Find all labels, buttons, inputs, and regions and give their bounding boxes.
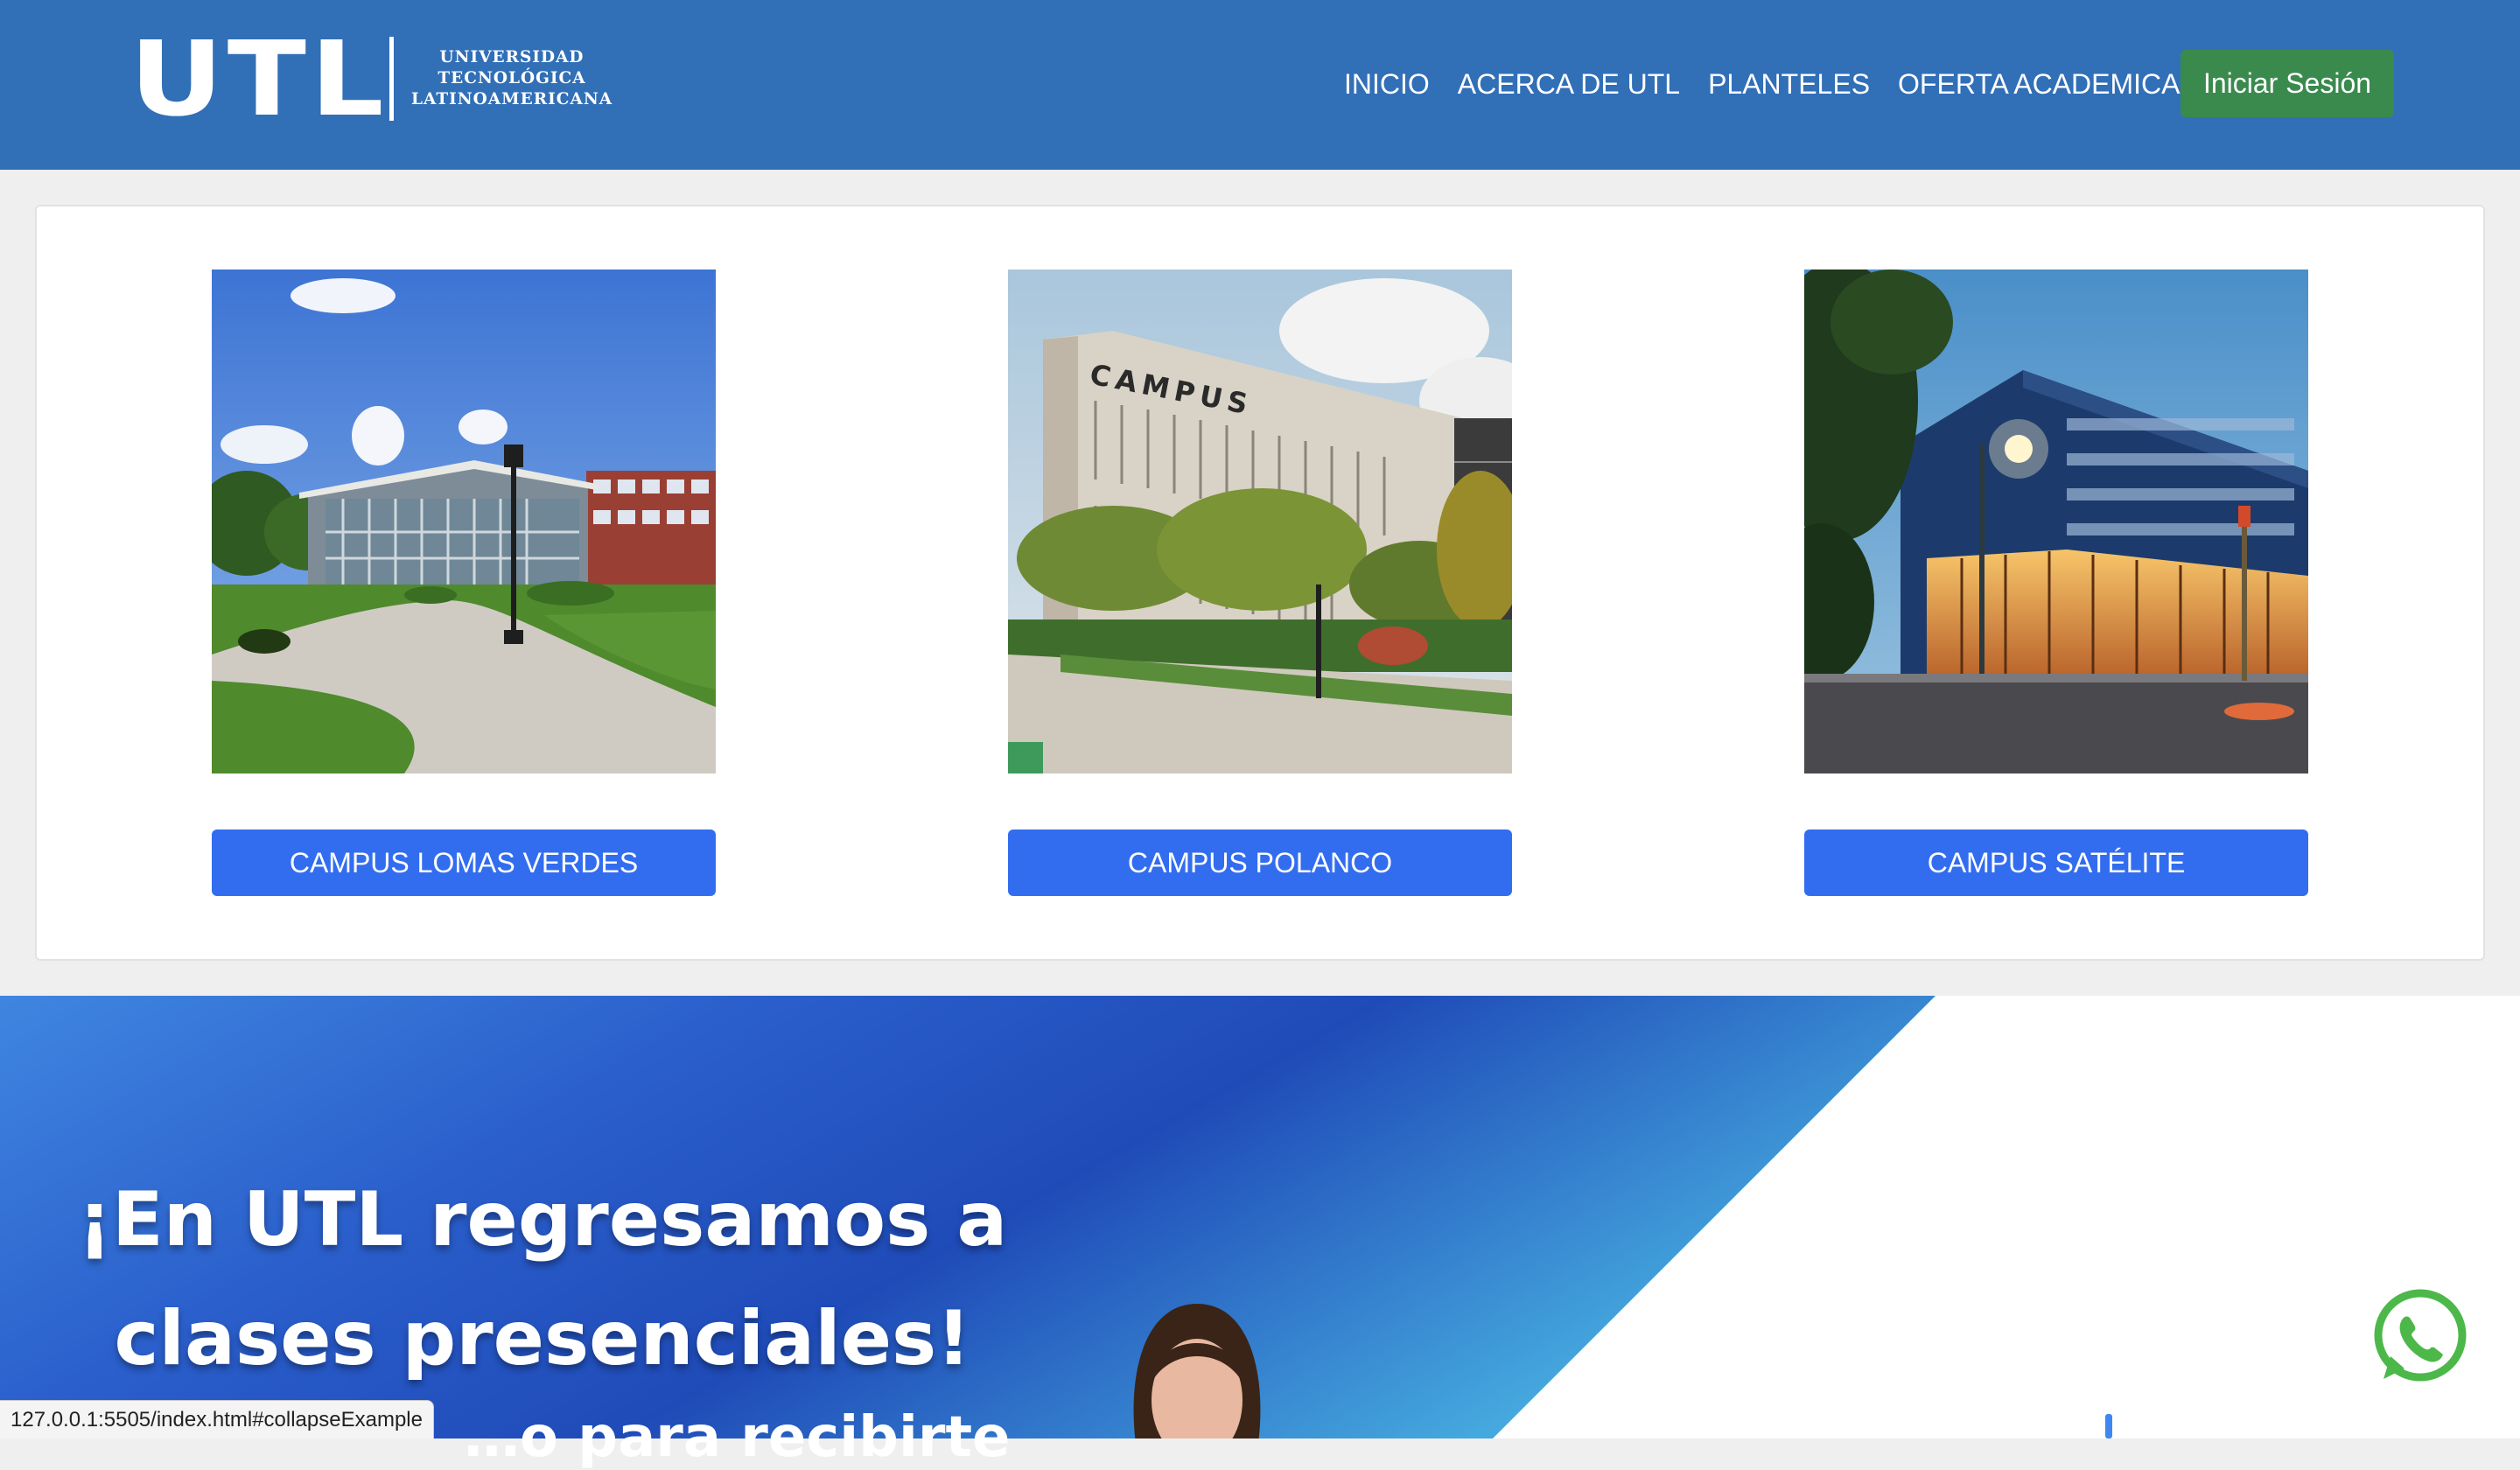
nav-planteles[interactable]: PLANTELES (1694, 52, 1884, 116)
campus-polanco-image: CAMPUS (1008, 270, 1512, 774)
hero-title-line-1: ¡En UTL regresamos a (77, 1176, 1008, 1264)
logo-divider (389, 37, 394, 121)
campus-polanco-photo[interactable]: CAMPUS (1008, 270, 1512, 774)
navbar: UTL UNIVERSIDAD TECNOLÓGICA LATINOAMERIC… (0, 0, 2520, 170)
main-nav: INICIO ACERCA DE UTL PLANTELES OFERTA AC… (1330, 52, 2194, 116)
nav-inicio[interactable]: INICIO (1330, 52, 1444, 116)
hero-banner: ¡En UTL regresamos a clases presenciales… (0, 996, 2520, 1438)
logo-line-3: LATINOAMERICANA (411, 90, 613, 108)
campus-satelite-button[interactable]: CAMPUS SATÉLITE (1804, 830, 2308, 896)
campus-polanco-button[interactable]: CAMPUS POLANCO (1008, 830, 1512, 896)
status-bar-url: 127.0.0.1:5505/index.html#collapseExampl… (0, 1400, 434, 1438)
hero-accent-bar (2105, 1414, 2112, 1438)
login-button[interactable]: Iniciar Sesión (2180, 50, 2394, 117)
hero-subtitle: …o para recibirte (464, 1405, 1011, 1470)
hero-person-image (1133, 1304, 1261, 1438)
logo-line-1: UNIVERSIDAD (439, 48, 584, 66)
campus-lomas-verdes-image (212, 270, 716, 774)
campus-lomas-verdes-photo[interactable] (212, 270, 716, 774)
logo-text: UNIVERSIDAD TECNOLÓGICA LATINOAMERICANA (411, 47, 612, 110)
nav-acerca-de-utl[interactable]: ACERCA DE UTL (1444, 52, 1694, 116)
hero-title-line-2: clases presenciales! (114, 1295, 971, 1382)
whatsapp-icon[interactable] (2371, 1288, 2469, 1386)
campus-item-lomas-verdes: CAMPUS LOMAS VERDES (212, 270, 716, 896)
campus-card: CAMPUS LOMAS VERDES CAMPUS CAMPUS POLANC… (35, 205, 2485, 961)
campus-item-satelite: CAMPUS SATÉLITE (1804, 270, 2308, 896)
campus-satelite-image (1804, 270, 2308, 774)
hero-title: ¡En UTL regresamos a clases presenciales… (52, 1160, 1032, 1398)
campus-lomas-verdes-button[interactable]: CAMPUS LOMAS VERDES (212, 830, 716, 896)
nav-oferta-academica[interactable]: OFERTA ACADEMICA (1884, 52, 2194, 116)
campus-item-polanco: CAMPUS CAMPUS POLANCO (1008, 270, 1512, 896)
campus-satelite-photo[interactable] (1804, 270, 2308, 774)
logo-line-2: TECNOLÓGICA (438, 69, 586, 88)
logo-mark: UTL (130, 18, 388, 139)
